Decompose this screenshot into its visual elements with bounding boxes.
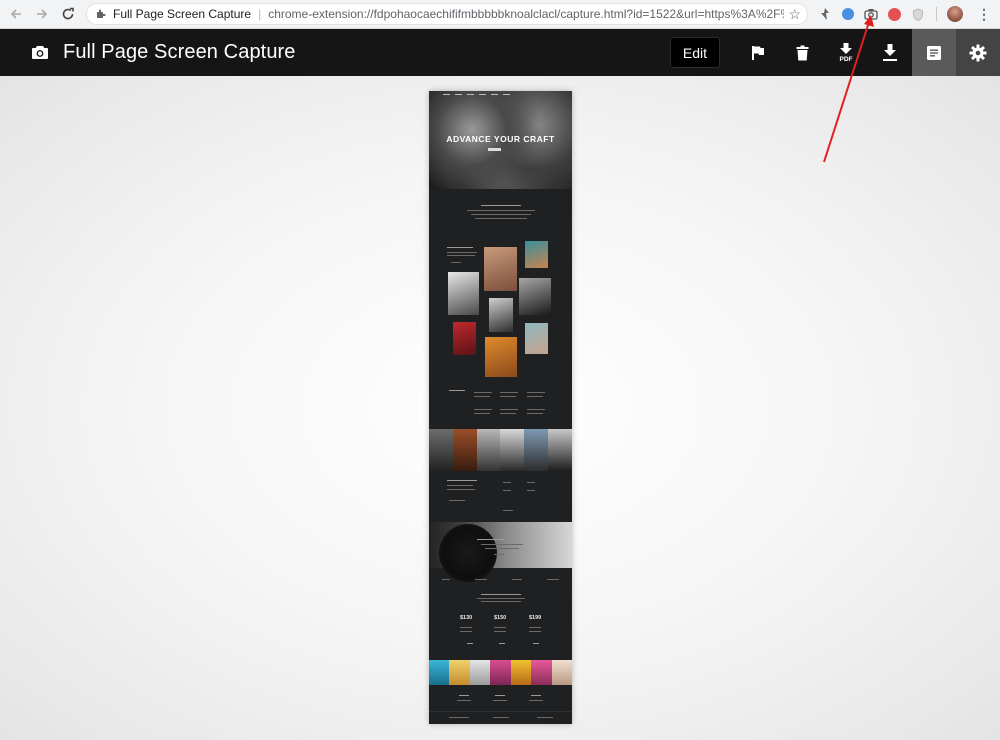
preview-price: $150 — [494, 615, 507, 621]
extension-red-icon[interactable] — [888, 7, 901, 21]
preview-nav — [443, 94, 510, 95]
delete-button[interactable] — [780, 29, 824, 76]
preview-portrait-strip — [429, 429, 572, 471]
pdf-badge: PDF — [839, 56, 853, 63]
arrow-right-icon — [37, 9, 48, 19]
extension-2-icon[interactable] — [842, 8, 854, 20]
notes-button[interactable] — [912, 29, 956, 76]
star-icon[interactable]: ☆ — [788, 6, 801, 23]
flag-button[interactable] — [736, 29, 780, 76]
toolbar-separator — [936, 7, 937, 21]
edit-button[interactable]: Edit — [669, 37, 720, 68]
preview-photo — [453, 322, 476, 355]
preview-photo — [525, 323, 548, 354]
puzzle-icon — [93, 8, 109, 20]
address-bar[interactable]: Full Page Screen Capture | chrome-extens… — [86, 3, 808, 25]
profile-avatar[interactable] — [947, 6, 963, 22]
trash-icon — [796, 45, 808, 60]
reload-button[interactable] — [56, 2, 80, 26]
preview-price: $199 — [529, 615, 542, 621]
preview-photo — [519, 278, 551, 315]
settings-button[interactable] — [956, 29, 1000, 76]
preview-hero: ADVANCE YOUR CRAFT — [429, 91, 572, 189]
camera-extension-icon[interactable] — [863, 6, 879, 22]
gear-icon — [969, 44, 987, 61]
preview-photo — [489, 298, 513, 332]
download-image-icon — [883, 43, 897, 61]
flag-icon — [752, 45, 764, 60]
url-text[interactable]: chrome-extension://fdpohaocaechififmbbbb… — [268, 7, 784, 21]
omnibox-separator: | — [258, 7, 262, 21]
arrow-left-icon — [10, 9, 21, 19]
extension-1-icon[interactable] — [817, 6, 833, 22]
preview-brand-logos — [429, 576, 572, 580]
back-button[interactable] — [4, 2, 28, 26]
download-image-button[interactable] — [868, 29, 912, 76]
preview-hero-button — [488, 148, 501, 151]
preview-photo — [525, 241, 548, 268]
browser-chrome: Full Page Screen Capture | chrome-extens… — [0, 0, 1000, 29]
preview-banner — [429, 522, 572, 582]
preview-photo — [448, 272, 479, 315]
camera-icon — [29, 42, 51, 64]
capture-preview[interactable]: ADVANCE YOUR CRAFT $130 $150 $199 — [429, 91, 572, 724]
preview-price: $130 — [460, 615, 473, 621]
app-toolbar: Full Page Screen Capture Edit PDF — [0, 29, 1000, 76]
kebab-menu-icon[interactable]: ⋮ — [977, 6, 991, 23]
tab-title: Full Page Screen Capture — [113, 7, 252, 21]
shield-extension-icon[interactable] — [910, 6, 926, 22]
document-icon — [927, 45, 941, 60]
forward-button[interactable] — [30, 2, 54, 26]
app-title: Full Page Screen Capture — [63, 41, 296, 63]
preview-photo — [484, 247, 517, 291]
preview-hero-title: ADVANCE YOUR CRAFT — [446, 134, 555, 144]
download-pdf-button[interactable]: PDF — [824, 29, 868, 76]
preview-fashion-strip — [429, 660, 572, 685]
reload-icon — [62, 7, 74, 20]
preview-photo — [485, 337, 517, 377]
